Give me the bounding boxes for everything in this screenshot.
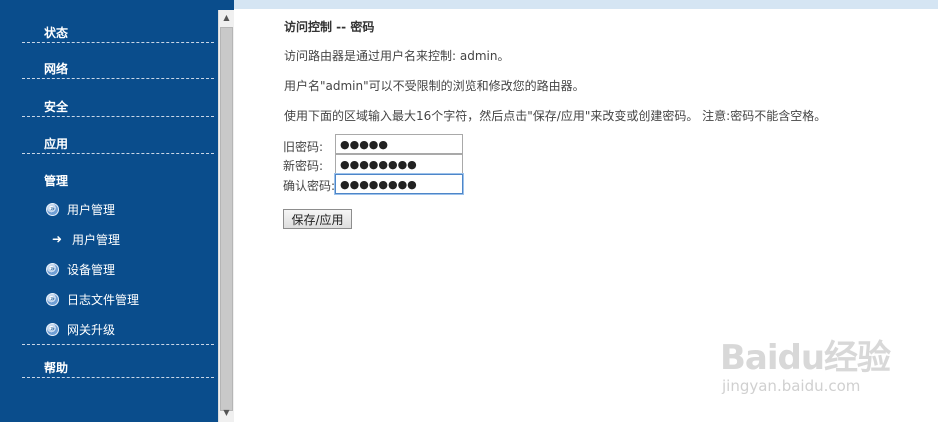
sidebar-item-label: 帮助 <box>44 361 69 375</box>
sidebar-item-help[interactable]: 帮助 <box>22 357 214 378</box>
new-password-label: 新密码: <box>283 159 324 173</box>
sidebar-subitem-label: 日志文件管理 <box>67 292 140 307</box>
watermark-logo: Baidu经验 <box>720 338 891 378</box>
sidebar-item-label: 安全 <box>44 100 69 114</box>
sidebar-item-label: 状态 <box>44 26 69 40</box>
sidebar-item-management[interactable]: 管理 <box>22 170 214 190</box>
scroll-down-arrow-icon[interactable]: ▼ <box>219 406 234 420</box>
double-chevron-right-icon: » <box>46 262 59 276</box>
sidebar-item-label: 网络 <box>44 62 69 76</box>
sidebar-item-network[interactable]: 网络 <box>22 58 214 79</box>
confirm-password-field[interactable] <box>335 174 463 194</box>
top-band-left <box>0 0 234 10</box>
sidebar-scrollbar[interactable]: ▲ ▼ <box>218 10 234 422</box>
sidebar-item-label: 管理 <box>44 174 69 188</box>
info-text-instructions: 使用下面的区域输入最大16个字符，然后点击"保存/应用"来改变或创建密码。 注意… <box>284 109 827 123</box>
sidebar-item-application[interactable]: 应用 <box>22 133 214 154</box>
double-chevron-right-icon: » <box>46 202 59 216</box>
sidebar-subitem-label: 设备管理 <box>67 262 116 277</box>
page-title: 访问控制 -- 密码 <box>284 20 375 34</box>
info-text-unrestricted: 用户名"admin"可以不受限制的浏览和修改您的路由器。 <box>284 79 585 93</box>
sidebar-subitem-device-management[interactable]: » 设备管理 <box>46 260 115 278</box>
sidebar-nav: 状态 网络 安全 应用 管理 » 用户管理 ➜ 用户管理 » 设备管理 » 日志… <box>0 10 218 422</box>
sidebar-item-label: 应用 <box>44 137 69 151</box>
arrow-right-icon: ➜ <box>52 232 63 246</box>
sidebar-divider <box>22 326 214 345</box>
sidebar-subitem-log-file-management[interactable]: » 日志文件管理 <box>46 290 139 308</box>
old-password-label: 旧密码: <box>283 140 324 154</box>
confirm-password-label: 确认密码: <box>283 179 336 193</box>
sidebar-subitem-user-management[interactable]: » 用户管理 <box>46 200 115 218</box>
sidebar-subitem-label: 用户管理 <box>72 232 121 247</box>
sidebar-item-status[interactable]: 状态 <box>22 22 214 43</box>
scroll-thumb[interactable] <box>220 27 233 411</box>
save-apply-button[interactable]: 保存/应用 <box>283 209 352 229</box>
old-password-field[interactable] <box>335 134 463 154</box>
watermark-url: jingyan.baidu.com <box>722 377 861 395</box>
sidebar-item-security[interactable]: 安全 <box>22 96 214 117</box>
double-chevron-right-icon: » <box>46 292 59 306</box>
sidebar-subitem-user-management-active[interactable]: ➜ 用户管理 <box>52 230 120 248</box>
info-text-username: 访问路由器是通过用户名来控制: admin。 <box>284 49 510 63</box>
sidebar-subitem-label: 用户管理 <box>67 202 116 217</box>
top-band-right <box>234 0 938 9</box>
new-password-field[interactable] <box>335 154 463 174</box>
scroll-up-arrow-icon[interactable]: ▲ <box>219 11 234 25</box>
